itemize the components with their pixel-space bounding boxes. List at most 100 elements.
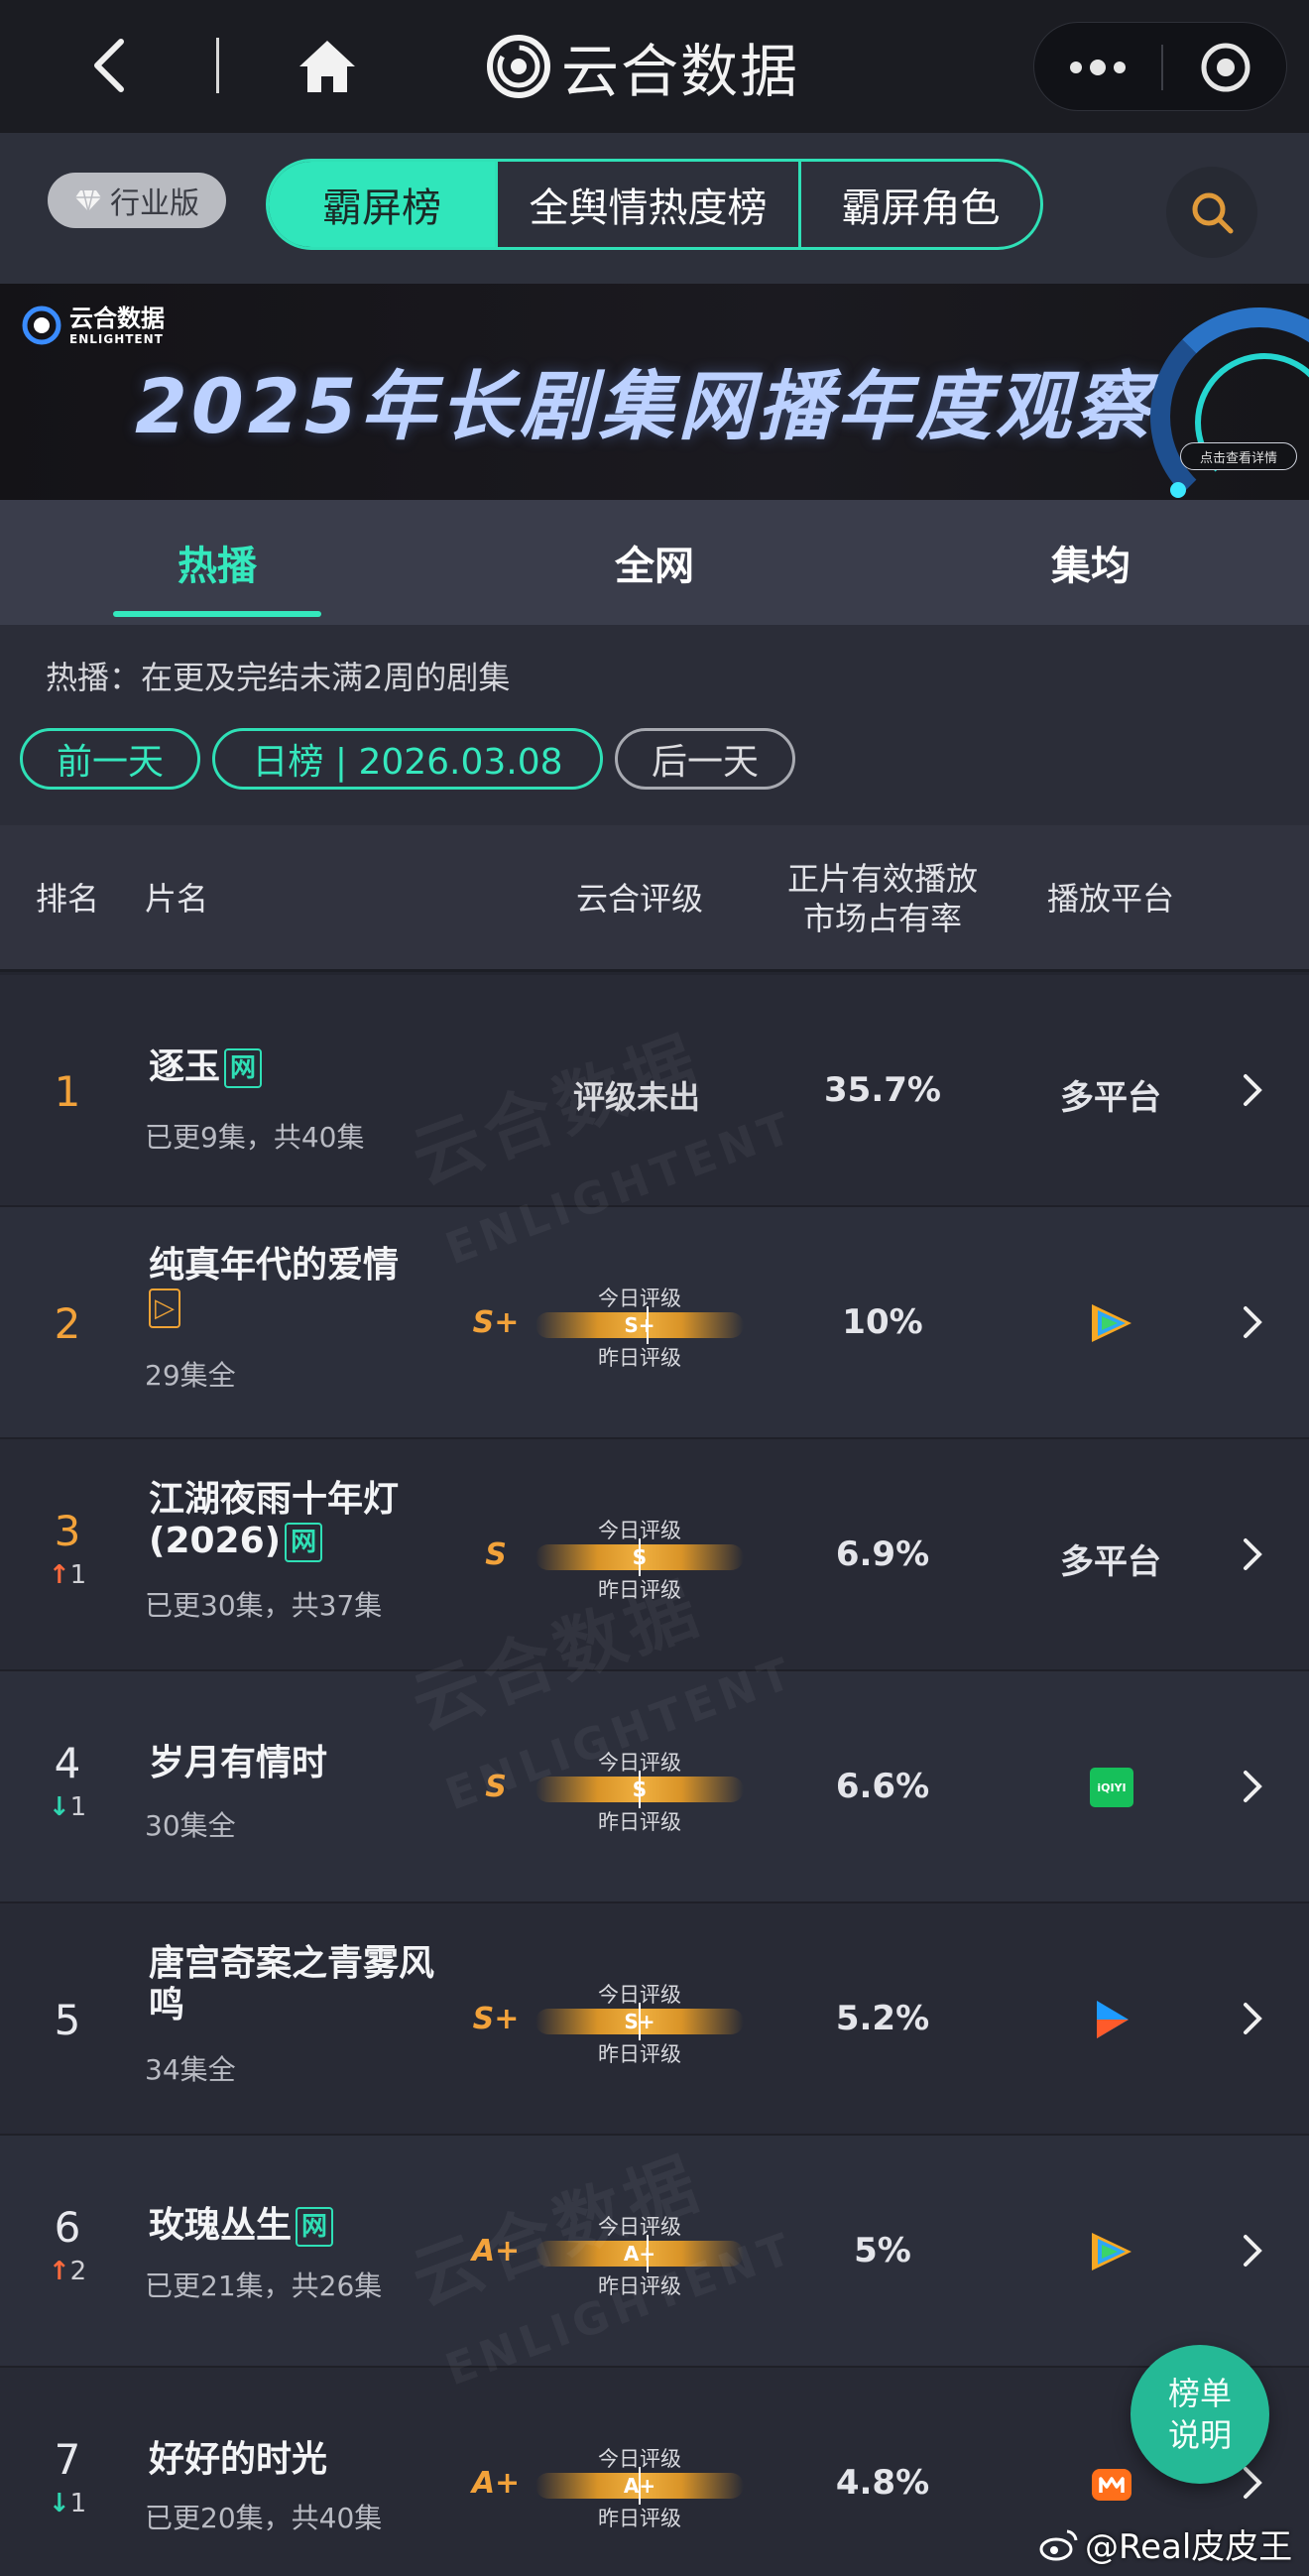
drama-title-text: 纯真年代的爱情: [149, 1245, 400, 1286]
tab-hot-airing[interactable]: 热播: [113, 500, 321, 625]
row-detail-chevron[interactable]: [1238, 1070, 1267, 1110]
platform-logo: [1087, 1298, 1136, 1348]
more-button[interactable]: [1034, 23, 1161, 112]
tab-all-network[interactable]: 全网: [550, 500, 759, 625]
episode-status: 已更30集，共37集: [145, 1589, 383, 1622]
platform-logo: [1087, 2459, 1136, 2509]
app-brand: 云合数据: [486, 30, 799, 105]
yunhe-logo-icon: [487, 35, 550, 98]
banner-details-button[interactable]: 点击查看详情: [1180, 442, 1297, 470]
dot-icon: [1070, 61, 1082, 73]
row-detail-chevron[interactable]: [1238, 1302, 1267, 1342]
rank-number: 6: [54, 2203, 81, 2252]
platform-logo: iQIYI: [1087, 1763, 1136, 1812]
rank-change-value: 1: [69, 2489, 87, 2518]
table-row[interactable]: 3 ↑1 江湖夜雨十年灯(2026) 网 已更30集，共37集 S 今日评级 S …: [0, 1439, 1309, 1671]
ranking-info: 热播：在更及完结未满2周的剧集 前一天 日榜 | 2026.03.08 后一天: [0, 625, 1309, 825]
tab-dominant-roles[interactable]: 霸屏角色: [798, 162, 1040, 247]
table-row[interactable]: 2 纯真年代的爱情 ▷ 29集全 S+ 今日评级 S+ 昨日评级 10%: [0, 1207, 1309, 1439]
rank-number: 3: [54, 1507, 81, 1555]
previous-grade: A+: [471, 2466, 521, 2501]
web-drama-tag: 网: [224, 1048, 263, 1088]
rating-gauge: 今日评级 S+ 昨日评级: [536, 1979, 744, 2066]
next-day-button[interactable]: 后一天: [615, 728, 795, 790]
episode-status: 已更21集，共26集: [145, 2269, 383, 2302]
yesterday-rating-label: 昨日评级: [598, 2507, 681, 2530]
tencent-video-icon: [1092, 1304, 1131, 1342]
table-row[interactable]: 1 逐玉网 已更9集，共40集 评级未出 35.7% 多平台: [0, 975, 1309, 1207]
yesterday-rating-label: 昨日评级: [598, 2274, 681, 2298]
market-share: 5.2%: [835, 1999, 930, 2038]
yesterday-rating-label: 昨日评级: [598, 2042, 681, 2066]
rank-change-value: 1: [69, 1560, 87, 1590]
row-detail-chevron[interactable]: [1238, 1534, 1267, 1574]
rank-change-value: 1: [69, 1792, 87, 1822]
yunhe-logo-icon: [22, 306, 61, 345]
market-share: 10%: [842, 1302, 923, 1342]
header-rating: 云合评级: [575, 880, 703, 918]
drama-title-text: 江湖夜雨十年灯(2026): [149, 1479, 400, 1561]
target-close-icon: [1201, 43, 1250, 92]
chevron-right-icon: [1244, 1771, 1262, 1802]
rank-change: ↑1: [36, 1560, 99, 1590]
rank-number: 7: [54, 2435, 81, 2484]
iqiyi-icon: iQIYI: [1090, 1768, 1133, 1807]
home-icon: [299, 41, 355, 92]
edition-badge[interactable]: 行业版: [48, 173, 226, 228]
ranking-explanation-button[interactable]: 榜单 说明: [1130, 2345, 1269, 2484]
rating-gauge: 今日评级 S 昨日评级: [536, 1747, 744, 1834]
tab-dominance-chart[interactable]: 霸屏榜: [269, 162, 495, 247]
drama-title-text: 唐宫奇案之青雾风鸣: [149, 1943, 435, 2025]
table-row[interactable]: 5 唐宫奇案之青雾风鸣 34集全 S+ 今日评级 S+ 昨日评级 5.2%: [0, 1903, 1309, 2136]
row-detail-chevron[interactable]: [1238, 1767, 1267, 1806]
dot-icon: [1090, 60, 1106, 75]
close-miniprogram-button[interactable]: [1163, 23, 1288, 112]
rank-number: 5: [54, 1996, 81, 2044]
platform-logo: [1087, 2227, 1136, 2276]
header-platform: 播放平台: [1046, 880, 1174, 918]
miniprogram-capsule: [1033, 22, 1287, 111]
fab-line2: 说明: [1167, 2416, 1232, 2454]
rank-change: ↑2: [36, 2257, 99, 2286]
drama-title: 逐玉网: [149, 1046, 446, 1088]
yesterday-rating-label: 昨日评级: [598, 1346, 681, 1370]
home-button[interactable]: [288, 30, 367, 101]
fab-line1: 榜单: [1167, 2375, 1232, 2412]
drama-title-text: 玫瑰丛生: [149, 2205, 293, 2246]
header-rank: 排名: [36, 880, 100, 918]
back-button[interactable]: [79, 28, 139, 103]
current-date-selector[interactable]: 日榜 | 2026.03.08: [212, 728, 603, 790]
platform-text: 多平台: [1060, 1542, 1161, 1582]
tab-per-episode[interactable]: 集均: [987, 500, 1195, 625]
search-button[interactable]: [1166, 167, 1257, 258]
promo-banner[interactable]: 云合数据 ENLIGHTENT 2025年长剧集网播年度观察 点击查看详情: [0, 284, 1309, 500]
drama-title: 好好的时光: [149, 2439, 446, 2481]
drama-title-text: 岁月有情时: [149, 1743, 328, 1783]
prev-day-button[interactable]: 前一天: [20, 728, 200, 790]
banner-decoration-dot: [1170, 482, 1186, 498]
market-share: 35.7%: [824, 1070, 941, 1110]
web-drama-tag: 网: [285, 1523, 323, 1562]
drama-title: 岁月有情时: [149, 1743, 446, 1784]
table-row[interactable]: 4 ↓1 岁月有情时 30集全 S 今日评级 S 昨日评级 6.6% iQIYI: [0, 1671, 1309, 1903]
drama-title: 江湖夜雨十年灯(2026) 网: [149, 1479, 436, 1562]
drama-title: 玫瑰丛生网: [149, 2205, 446, 2247]
yesterday-rating-label: 昨日评级: [598, 1578, 681, 1602]
ranking-tab-row: 行业版 霸屏榜 全舆情热度榜 霸屏角色: [0, 133, 1309, 284]
rank-number: 1: [54, 1067, 81, 1116]
rank-change-value: 2: [69, 2257, 87, 2286]
tab-public-opinion-heat[interactable]: 全舆情热度榜: [495, 162, 798, 247]
previous-grade: S: [485, 1770, 507, 1804]
row-detail-chevron[interactable]: [1238, 2231, 1267, 2270]
search-icon: [1192, 192, 1234, 234]
market-share: 5%: [854, 2231, 911, 2270]
table-row[interactable]: 6 ↑2 玫瑰丛生网 已更21集，共26集 A+ 今日评级 A+ 昨日评级 5%: [0, 2136, 1309, 2368]
row-detail-chevron[interactable]: [1238, 1999, 1267, 2038]
banner-logo-cn: 云合数据: [69, 304, 165, 332]
definition-note: 热播：在更及完结未满2周的剧集: [46, 659, 511, 696]
episode-status: 34集全: [145, 2053, 236, 2086]
episode-status: 已更20集，共40集: [145, 2502, 383, 2534]
rating-gauge: 今日评级 S+ 昨日评级: [536, 1283, 744, 1370]
header-share-line2: 市场占有率: [802, 900, 962, 937]
chevron-right-icon: [1244, 1306, 1262, 1338]
